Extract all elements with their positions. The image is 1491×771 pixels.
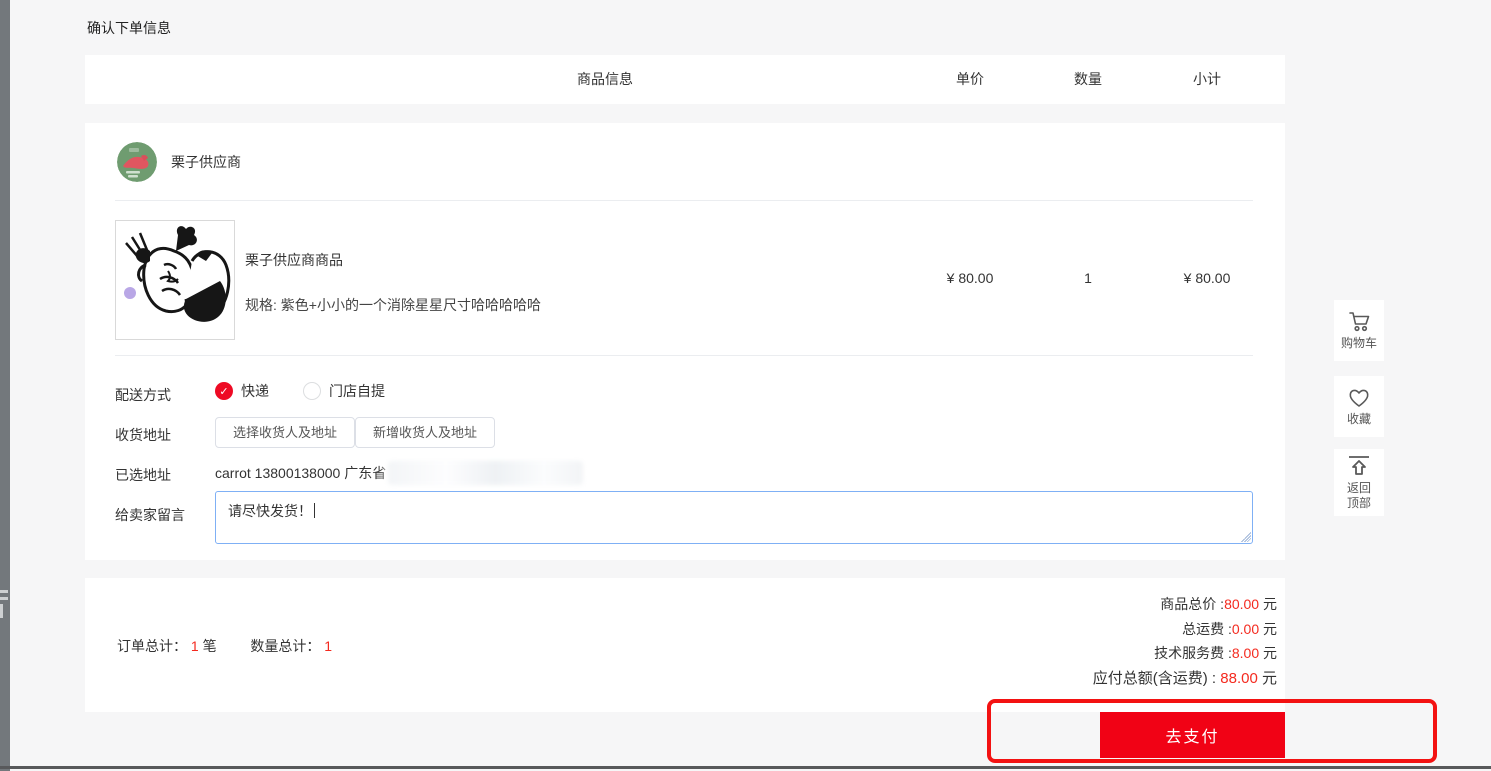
radio-store-pickup[interactable]: 门店自提	[303, 381, 403, 401]
back-to-top-icon	[1346, 454, 1372, 478]
summary-card: 订单总计： 1 笔 数量总计： 1 商品总价 :80.00 元 总运费 :0.0…	[85, 578, 1285, 712]
cart-label: 购物车	[1340, 335, 1377, 350]
order-totals: 订单总计： 1 笔 数量总计： 1	[117, 636, 332, 656]
product-image[interactable]	[115, 220, 235, 340]
floating-favorite-button[interactable]: 收藏	[1334, 376, 1384, 437]
go-pay-button[interactable]: 去支付	[1100, 712, 1285, 758]
order-total-unit: 笔	[202, 638, 217, 654]
redacted-address-detail	[388, 461, 584, 485]
total-line-goods: 商品总价 :80.00 元	[1160, 596, 1277, 612]
add-address-button[interactable]: 新增收货人及地址	[355, 417, 496, 448]
radio-express-label[interactable]: 快递	[241, 381, 269, 401]
product-subtotal: ¥ 80.00	[1183, 270, 1231, 286]
window-bottom-edge	[0, 766, 1491, 769]
delivery-method-label: 配送方式	[115, 387, 171, 403]
radio-store-pickup-label[interactable]: 门店自提	[329, 381, 385, 401]
table-header-bar: 商品信息 单价 数量 小计	[85, 55, 1285, 104]
total-line-payable: 应付总额(含运费) : 88.00 元	[1092, 669, 1277, 687]
seller-message-label: 给卖家留言	[115, 507, 185, 523]
order-total-value: 1	[190, 638, 199, 654]
total-line-shipping: 总运费 :0.00 元	[1182, 620, 1277, 637]
left-window-edge	[0, 0, 10, 771]
quantity-total-value: 1	[324, 638, 333, 654]
order-card: 栗子供应商 栗子供应商商品 规格: 紫色+小小的一个消除星星尺寸哈哈哈哈哈 ¥ …	[85, 123, 1285, 560]
order-total-label: 订单总计：	[117, 638, 187, 654]
delivery-method-group: ✓ 快递 门店自提	[215, 381, 403, 401]
supplier-avatar	[117, 142, 157, 182]
total-line-service-fee: 技术服务费 :8.00 元	[1154, 645, 1277, 661]
textarea-resize-grip[interactable]	[1241, 532, 1251, 542]
supplier-name[interactable]: 栗子供应商	[171, 152, 241, 172]
quantity-total-label: 数量总计：	[250, 638, 321, 654]
divider	[115, 200, 1253, 201]
order-confirm-page: 确认下单信息 商品信息 单价 数量 小计 栗子供应商 栗子供应商商品 规格: 紫…	[0, 0, 1491, 771]
text-caret	[314, 503, 315, 518]
radio-checked-icon[interactable]: ✓	[215, 382, 233, 400]
selected-address-value: carrot 13800138000 广东省	[215, 465, 387, 481]
seller-message-input[interactable]: 请尽快发货！	[215, 491, 1253, 544]
radio-unchecked-icon[interactable]	[303, 382, 321, 400]
supplier-row: 栗子供应商	[117, 140, 241, 184]
column-header-subtotal: 小计	[1193, 71, 1221, 87]
back-to-top-label-line1: 返回	[1346, 481, 1371, 495]
product-name[interactable]: 栗子供应商商品	[245, 250, 343, 270]
cart-icon	[1347, 311, 1371, 333]
totals-list: 商品总价 :80.00 元 总运费 :0.00 元 技术服务费 :8.00 元 …	[877, 592, 1277, 692]
floating-cart-button[interactable]: 购物车	[1334, 300, 1384, 361]
back-to-top-label-line2: 顶部	[1346, 496, 1371, 510]
selected-address-row: carrot 13800138000 广东省	[215, 461, 584, 485]
favorite-label: 收藏	[1346, 411, 1371, 426]
select-address-button[interactable]: 选择收货人及地址	[215, 417, 356, 448]
divider	[115, 355, 1253, 356]
radio-express[interactable]: ✓ 快递	[215, 381, 287, 401]
seller-message-text: 请尽快发货！	[228, 503, 312, 519]
page-title: 确认下单信息	[87, 20, 171, 36]
product-spec: 规格: 紫色+小小的一个消除星星尺寸哈哈哈哈哈	[245, 297, 541, 313]
address-label: 收货地址	[115, 427, 171, 443]
floating-back-to-top-button[interactable]: 返回 顶部	[1334, 449, 1384, 516]
selected-address-label: 已选地址	[115, 467, 171, 483]
heart-icon	[1347, 387, 1371, 409]
column-header-product-info: 商品信息	[577, 71, 633, 87]
